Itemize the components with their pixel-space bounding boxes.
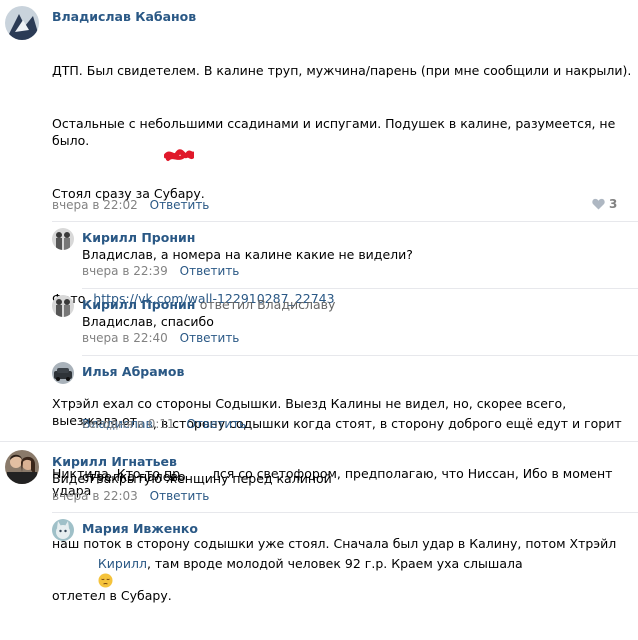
reply-button[interactable]: Ответить [150, 198, 210, 212]
comment-ilya-abramov: Илья Абрамов Владислав, в сторону содышк… [0, 356, 638, 484]
comment-time[interactable]: сегодня в 0:11 [82, 417, 175, 431]
comment-author[interactable]: Кирилл Пронин [82, 297, 195, 312]
comment-meta: вчера в 22:39 Ответить [82, 264, 239, 278]
text-line: ДТП. Был свидетелем. В калине труп, мужч… [52, 63, 632, 78]
comment-time[interactable]: вчера в 22:02 [52, 198, 138, 212]
comment-author-line: Кирилл Пронин ответил Владиславу [82, 297, 335, 312]
reply-button[interactable]: Ответить [186, 417, 246, 431]
pensive-face-emoji-icon [98, 573, 113, 588]
avatar[interactable] [5, 6, 39, 40]
avatar-image [52, 362, 74, 384]
comment-text: Владислав, а номера на калине какие не в… [82, 247, 413, 262]
avatar[interactable] [52, 228, 74, 250]
comment-meta: вчера в 22:03 Ответить [52, 489, 209, 503]
comment-author[interactable]: Кирилл Пронин [82, 230, 195, 245]
comment-time[interactable]: вчера в 22:39 [82, 264, 168, 278]
avatar-image [5, 450, 39, 484]
comment-maria-ivzhenko: Мария Ивженко Кирилл, там вроде молодой … [0, 513, 638, 588]
reply-button[interactable]: Ответить [150, 489, 210, 503]
comment-kirill-ignatiev: Кирилл Игнатьев Видел закрытую женщину п… [0, 442, 638, 512]
comment-kirill-pronin-2: Кирилл Пронин ответил Владиславу Владисл… [0, 289, 638, 355]
comment-meta: вчера в 22:40 Ответить [82, 331, 239, 345]
reply-button[interactable]: Ответить [180, 331, 240, 345]
avatar[interactable] [52, 519, 74, 541]
comment-text: Владислав, спасибо [82, 314, 214, 329]
avatar-image [52, 228, 74, 250]
comment-author[interactable]: Кирилл Игнатьев [52, 454, 177, 469]
mention-link[interactable]: Кирилл [98, 556, 147, 571]
redaction-scribble [164, 149, 194, 161]
comment-author[interactable]: Илья Абрамов [82, 364, 184, 379]
comment-text: Кирилл, там вроде молодой человек 92 г.р… [82, 537, 523, 607]
comment-vladislav: Владислав Кабанов ДТП. Был свидетелем. В… [0, 0, 638, 603]
avatar[interactable] [52, 295, 74, 317]
comment-time[interactable]: вчера в 22:03 [52, 489, 138, 503]
avatar-image [52, 295, 74, 317]
reply-button[interactable]: Ответить [180, 264, 240, 278]
comment-time[interactable]: вчера в 22:40 [82, 331, 168, 345]
avatar-image [5, 6, 39, 40]
text-line: Остальные с небольшими ссадинами и испуг… [52, 115, 620, 149]
heart-icon [592, 198, 605, 210]
avatar[interactable] [5, 450, 39, 484]
comment-author[interactable]: Владислав Кабанов [52, 9, 196, 24]
avatar-image [52, 519, 74, 541]
comment-author[interactable]: Мария Ивженко [82, 521, 198, 536]
comment-text: Видел закрытую женщину перед калиной [52, 471, 332, 486]
like-button[interactable]: 3 [592, 197, 617, 211]
comment-meta: вчера в 22:02 Ответить [52, 198, 209, 212]
text-fragment: , там вроде молодой человек 92 г.р. Крае… [146, 555, 523, 571]
avatar[interactable] [52, 362, 74, 384]
reply-to-label[interactable]: ответил Владиславу [200, 297, 336, 312]
comment-kirill-pronin-1: Кирилл Пронин Владислав, а номера на кал… [0, 222, 638, 288]
comment-meta: сегодня в 0:11 Ответить [82, 417, 246, 431]
like-count: 3 [609, 197, 618, 211]
